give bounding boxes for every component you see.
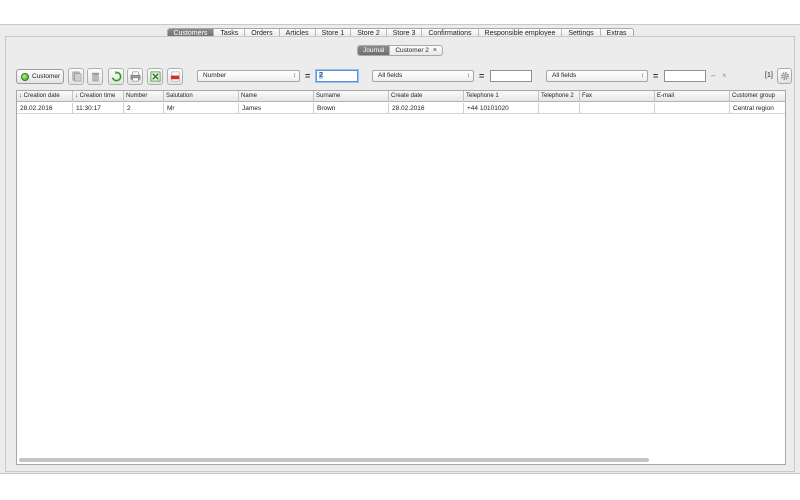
column-header[interactable]: Number — [124, 91, 164, 102]
customers-panel: Journal Customer 2 × Customer Number ↕ =… — [5, 36, 795, 472]
filter2-value-input[interactable] — [490, 70, 532, 82]
pdf-icon — [170, 71, 179, 82]
column-header[interactable]: Fax — [580, 91, 655, 102]
table-cell: 2 — [124, 103, 164, 114]
copy-icon — [72, 71, 81, 82]
delete-button[interactable] — [87, 68, 103, 85]
column-header[interactable]: Telephone 1 — [464, 91, 539, 102]
add-icon — [21, 72, 29, 81]
clear-filter-icon[interactable]: × — [722, 70, 727, 82]
add-customer-button[interactable]: Customer — [16, 69, 64, 84]
column-header[interactable]: Surname — [314, 91, 389, 102]
table-row[interactable]: 28.02.2016 11:30:17 2 Mr James Brown 28.… — [17, 103, 785, 114]
table-cell: 28.02.2016 — [17, 103, 73, 114]
table-cell: James — [239, 103, 314, 114]
filter1-field-select[interactable]: Number ↕ — [197, 70, 300, 82]
refresh-button[interactable] — [108, 68, 124, 85]
close-tab-icon[interactable]: × — [433, 46, 437, 55]
tab-journal-label: Journal — [362, 46, 385, 54]
tab-customer-2[interactable]: Customer 2 × — [390, 46, 442, 55]
filter1-value-input[interactable]: 2 — [316, 70, 358, 82]
column-header[interactable]: Customer group — [730, 91, 785, 102]
range-dash: – — [711, 71, 716, 80]
filter1-equals: = — [305, 71, 311, 81]
column-header[interactable]: Create date — [389, 91, 464, 102]
filter2-field-value: All fields — [378, 72, 403, 79]
toolbar: Customer Number ↕ = 2 All fields ↕ = All… — [16, 68, 792, 86]
copy-button[interactable] — [68, 68, 84, 85]
table-cell: +44 10101020 — [464, 103, 539, 114]
result-count: [1] — [765, 72, 773, 79]
table-cell: Mr — [164, 103, 239, 114]
export-pdf-button[interactable] — [167, 68, 183, 85]
app-window: Customers Tasks Orders Articles Store 1 … — [0, 24, 800, 474]
table-cell: 28.02.2016 — [389, 103, 464, 114]
column-header[interactable]: Telephone 2 — [539, 91, 580, 102]
filter1-field-value: Number — [203, 72, 227, 79]
table-cell: 11:30:17 — [73, 103, 124, 114]
table-cell — [655, 103, 730, 114]
sub-tab-bar: Journal Customer 2 × — [6, 45, 794, 56]
column-header[interactable]: ↓ Creation time — [73, 91, 124, 102]
trash-icon — [91, 72, 99, 82]
select-arrows-icon: ↕ — [641, 73, 644, 79]
filter2-field-select[interactable]: All fields ↕ — [372, 70, 474, 82]
table-cell — [539, 103, 580, 114]
column-header[interactable]: E-mail — [655, 91, 730, 102]
sub-tab-group: Journal Customer 2 × — [356, 45, 444, 56]
select-arrows-icon: ↕ — [293, 73, 296, 79]
filter2-equals: = — [479, 71, 485, 81]
printer-icon — [130, 71, 140, 82]
refresh-icon — [111, 71, 121, 82]
tab-journal[interactable]: Journal — [357, 46, 391, 55]
add-customer-label: Customer — [32, 73, 61, 80]
filter3-value-input[interactable] — [664, 70, 706, 82]
table-cell: Central region — [730, 103, 785, 114]
table-header: ↓ Creation date ↓ Creation time Number S… — [17, 91, 785, 102]
table-cell: Brown — [314, 103, 389, 114]
filter3-field-select[interactable]: All fields ↕ — [546, 70, 648, 82]
settings-button[interactable] — [777, 68, 792, 84]
filter1-value-text: 2 — [319, 72, 323, 79]
filter3-field-value: All fields — [552, 72, 577, 79]
customers-table: ↓ Creation date ↓ Creation time Number S… — [16, 90, 786, 465]
excel-icon — [150, 71, 160, 82]
select-arrows-icon: ↕ — [467, 73, 470, 79]
gear-icon — [780, 72, 789, 80]
print-button[interactable] — [127, 68, 143, 85]
column-header[interactable]: Name — [239, 91, 314, 102]
table-cell — [580, 103, 655, 114]
column-header[interactable]: Salutation — [164, 91, 239, 102]
column-header[interactable]: ↓ Creation date — [17, 91, 73, 102]
horizontal-scrollbar[interactable] — [19, 458, 649, 462]
filter3-equals: = — [653, 71, 659, 81]
export-excel-button[interactable] — [147, 68, 163, 85]
tab-customer-2-label: Customer 2 — [395, 46, 429, 54]
